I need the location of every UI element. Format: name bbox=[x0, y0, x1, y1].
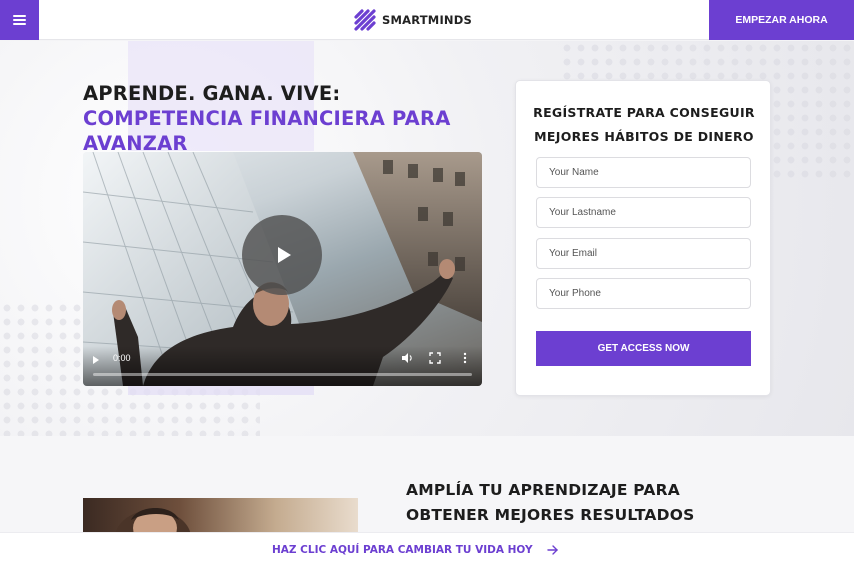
phone-field[interactable] bbox=[536, 278, 751, 309]
menu-button[interactable] bbox=[0, 0, 39, 40]
change-life-link[interactable]: HAZ CLIC AQUÍ PARA CAMBIAR TU VIDA HOY bbox=[272, 544, 558, 556]
hero-section: APRENDE. GANA. VIVE: COMPETENCIA FINANCI… bbox=[0, 41, 854, 436]
hero-title-accent: COMPETENCIA FINANCIERA PARA AVANZAR bbox=[83, 107, 451, 155]
play-overlay-button[interactable] bbox=[242, 215, 322, 295]
signup-form-card: REGÍSTRATE PARA CONSEGUIR MEJORES HÁBITOS… bbox=[515, 80, 771, 396]
email-field[interactable] bbox=[536, 238, 751, 269]
more-options-icon[interactable] bbox=[462, 352, 468, 364]
play-icon[interactable] bbox=[93, 356, 99, 364]
hero-title: APRENDE. GANA. VIVE: COMPETENCIA FINANCI… bbox=[83, 81, 503, 156]
brand-logo[interactable]: SMARTMINDS bbox=[353, 8, 472, 32]
get-access-button[interactable]: GET ACCESS NOW bbox=[536, 331, 751, 366]
volume-icon[interactable] bbox=[401, 352, 413, 364]
arrow-right-icon bbox=[546, 545, 558, 555]
form-title: REGÍSTRATE PARA CONSEGUIR MEJORES HÁBITOS… bbox=[533, 105, 755, 144]
change-life-link-text: HAZ CLIC AQUÍ PARA CAMBIAR TU VIDA HOY bbox=[272, 544, 533, 556]
section-title: AMPLÍA TU APRENDIZAJE PARA OBTENER MEJORE… bbox=[406, 481, 695, 524]
video-progress-bar[interactable] bbox=[93, 373, 472, 376]
video-controls: 0:00 bbox=[83, 346, 482, 386]
start-now-button[interactable]: EMPEZAR AHORA bbox=[709, 0, 854, 40]
top-header: SMARTMINDS EMPEZAR AHORA bbox=[0, 0, 854, 40]
lastname-field[interactable] bbox=[536, 197, 751, 228]
hamburger-menu-icon bbox=[13, 15, 26, 25]
video-player[interactable]: 0:00 bbox=[83, 152, 482, 386]
name-field[interactable] bbox=[536, 157, 751, 188]
fullscreen-icon[interactable] bbox=[429, 352, 441, 364]
play-icon bbox=[277, 247, 291, 263]
hero-title-plain: APRENDE. GANA. VIVE: bbox=[83, 82, 341, 105]
video-time: 0:00 bbox=[113, 353, 131, 363]
smartminds-logo-icon bbox=[354, 9, 376, 31]
brand-name: SMARTMINDS bbox=[382, 13, 472, 27]
sticky-cta-bar: HAZ CLIC AQUÍ PARA CAMBIAR TU VIDA HOY bbox=[0, 532, 854, 569]
